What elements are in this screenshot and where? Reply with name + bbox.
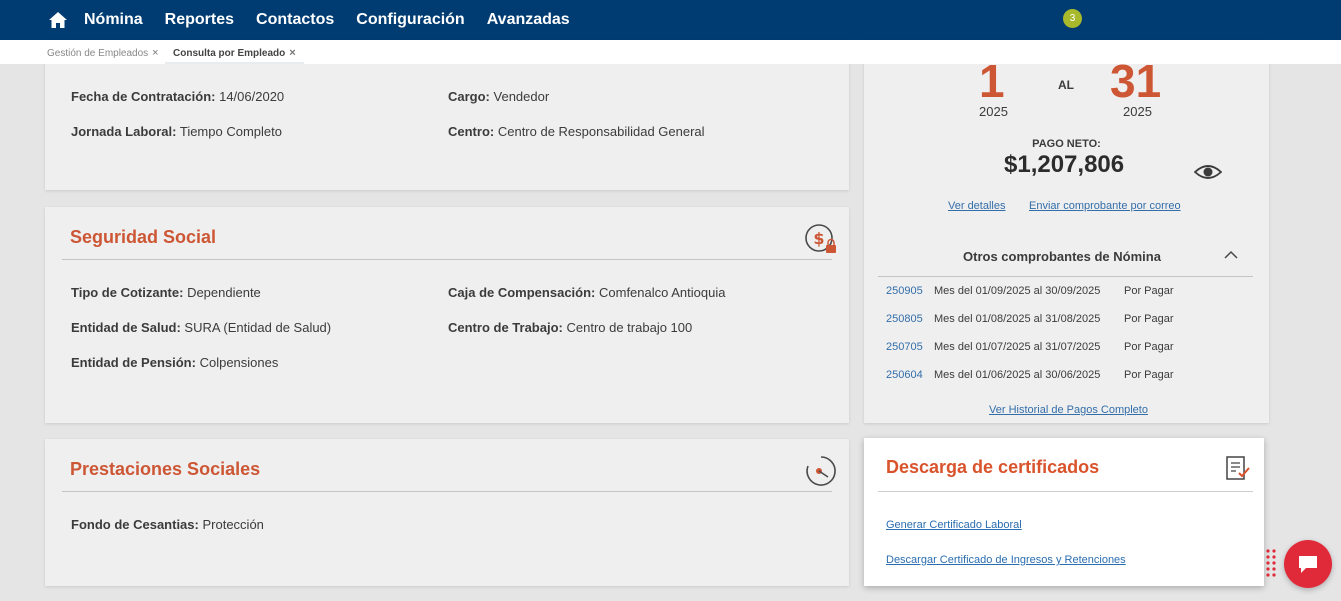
section-divider — [878, 491, 1253, 492]
fecha-contratacion-field: Fecha de Contratación: 14/06/2020 — [71, 89, 284, 104]
tab-label: Consulta por Empleado — [173, 48, 286, 59]
comprobante-desc: Mes del 01/06/2025 al 30/06/2025 — [934, 369, 1101, 381]
cargo-field: Cargo: Vendedor — [448, 89, 549, 104]
comprobante-desc: Mes del 01/09/2025 al 30/09/2025 — [934, 285, 1101, 297]
tab-consulta-empleado[interactable]: Consulta por Empleado × — [165, 40, 304, 64]
periodo-anio-fin: 2025 — [1123, 104, 1152, 119]
comprobante-row: 250604 Mes del 01/06/2025 al 30/06/2025 Po… — [886, 369, 1174, 381]
field-label: Tipo de Cotizante: — [71, 285, 184, 300]
periodo-anio-inicio: 2025 — [979, 104, 1008, 119]
periodo-al-label: AL — [1058, 78, 1074, 92]
clock-history-icon — [806, 456, 836, 486]
main-menu: Nómina Reportes Contactos Configuración … — [84, 0, 592, 40]
comprobante-status: Por Pagar — [1124, 285, 1174, 297]
seguridad-social-card: Seguridad Social $ Tipo de Cotizante: De… — [45, 207, 849, 423]
field-label: Centro: — [448, 124, 495, 139]
field-label: Fondo de Cesantias: — [71, 517, 199, 532]
tab-gestion-empleados[interactable]: Gestión de Empleados × — [47, 40, 159, 64]
section-divider — [62, 491, 832, 492]
close-icon[interactable]: × — [289, 47, 295, 59]
comprobante-status: Por Pagar — [1124, 369, 1174, 381]
field-label: Jornada Laboral: — [71, 124, 177, 139]
comprobante-code-link[interactable]: 250604 — [886, 369, 934, 381]
tipo-cotizante-field: Tipo de Cotizante: Dependiente — [71, 285, 261, 300]
field-value: Centro de Responsabilidad General — [497, 124, 705, 139]
section-divider — [878, 276, 1253, 277]
open-tabs-bar: Gestión de Empleados × Consulta por Emple… — [0, 40, 1341, 64]
field-label: Caja de Compensación: — [448, 285, 596, 300]
field-value: 14/06/2020 — [219, 89, 285, 104]
pago-neto-value: $1,207,806 — [1004, 151, 1125, 178]
entidad-pension-field: Entidad de Pensión: Colpensiones — [71, 355, 278, 370]
field-value: Centro de trabajo 100 — [566, 320, 693, 335]
comprobante-desc: Mes del 01/07/2025 al 31/07/2025 — [934, 341, 1101, 353]
comprobante-row: 250905 Mes del 01/09/2025 al 30/09/2025 Po… — [886, 285, 1174, 297]
chat-icon — [1299, 556, 1317, 573]
certificado-ingresos-link[interactable]: Descargar Certificado de Ingresos y Rete… — [886, 554, 1126, 566]
comprobante-row: 250705 Mes del 01/07/2025 al 31/07/2025 Po… — [886, 341, 1174, 353]
field-label: Centro de Trabajo: — [448, 320, 563, 335]
comprobante-desc: Mes del 01/08/2025 al 31/08/2025 — [934, 313, 1101, 325]
chevron-up-icon[interactable] — [1224, 250, 1238, 260]
enviar-comprobante-link[interactable]: Enviar comprobante por correo — [1029, 200, 1181, 212]
nav-configuracion[interactable]: Configuración — [356, 11, 464, 29]
fondo-cesantias-field: Fondo de Cesantias: Protección — [71, 517, 264, 532]
field-value: Dependiente — [187, 285, 261, 300]
centro-trabajo-field: Centro de Trabajo: Centro de trabajo 100 — [448, 320, 692, 335]
comprobante-row: 250805 Mes del 01/08/2025 al 31/08/2025 Po… — [886, 313, 1174, 325]
nav-nomina[interactable]: Nómina — [84, 11, 143, 29]
field-label: Cargo: — [448, 89, 490, 104]
field-value: SURA (Entidad de Salud) — [184, 320, 332, 335]
comprobante-code-link[interactable]: 250905 — [886, 285, 934, 297]
historial-pagos-link[interactable]: Ver Historial de Pagos Completo — [989, 404, 1148, 416]
field-value: Colpensiones — [199, 355, 279, 370]
home-icon[interactable] — [48, 11, 68, 29]
field-label: Entidad de Pensión: — [71, 355, 196, 370]
close-icon[interactable]: × — [152, 47, 158, 59]
comprobante-code-link[interactable]: 250805 — [886, 313, 934, 325]
drag-handle-icon[interactable] — [1266, 549, 1276, 577]
jornada-laboral-field: Jornada Laboral: Tiempo Completo — [71, 124, 282, 139]
comprobante-status: Por Pagar — [1124, 341, 1174, 353]
svg-text:$: $ — [813, 229, 824, 248]
tab-label: Gestión de Empleados — [47, 48, 149, 59]
pago-neto-label: PAGO NETO: — [1032, 138, 1101, 150]
eye-icon[interactable] — [1194, 162, 1222, 182]
certificado-laboral-link[interactable]: Generar Certificado Laboral — [886, 519, 1022, 531]
notification-badge[interactable]: 3 — [1063, 9, 1082, 28]
descarga-certificados-card: Descarga de certificados Generar Certifi… — [864, 438, 1264, 586]
comprobante-code-link[interactable]: 250705 — [886, 341, 934, 353]
caja-compensacion-field: Caja de Compensación: Comfenalco Antioqu… — [448, 285, 725, 300]
field-label: Entidad de Salud: — [71, 320, 181, 335]
document-check-icon — [1226, 456, 1250, 480]
nav-avanzadas[interactable]: Avanzadas — [487, 11, 570, 29]
section-divider — [62, 259, 832, 260]
entidad-salud-field: Entidad de Salud: SURA (Entidad de Salud… — [71, 320, 331, 335]
comprobante-status: Por Pagar — [1124, 313, 1174, 325]
ver-detalles-link[interactable]: Ver detalles — [948, 200, 1005, 212]
field-value: Comfenalco Antioquia — [599, 285, 726, 300]
prestaciones-sociales-card: Prestaciones Sociales Fondo de Cesantias… — [45, 439, 849, 586]
field-label: Fecha de Contratación: — [71, 89, 216, 104]
pago-periodo-card: 1 AL 31 2025 2025 PAGO NETO: $1,207,806 … — [864, 40, 1269, 423]
field-value: Vendedor — [493, 89, 550, 104]
money-lock-icon: $ — [805, 224, 836, 253]
prestaciones-sociales-title: Prestaciones Sociales — [70, 459, 261, 479]
nav-reportes[interactable]: Reportes — [165, 11, 234, 29]
seguridad-social-title: Seguridad Social — [70, 227, 217, 247]
field-value: Tiempo Completo — [179, 124, 282, 139]
descarga-certificados-title: Descarga de certificados — [886, 457, 1100, 477]
top-nav-bar: Nómina Reportes Contactos Configuración … — [0, 0, 1341, 40]
field-value: Protección — [202, 517, 264, 532]
nav-contactos[interactable]: Contactos — [256, 11, 334, 29]
otros-comprobantes-title: Otros comprobantes de Nómina — [963, 249, 1161, 264]
centro-field: Centro: Centro de Responsabilidad Genera… — [448, 124, 705, 139]
chat-button[interactable] — [1284, 540, 1332, 588]
